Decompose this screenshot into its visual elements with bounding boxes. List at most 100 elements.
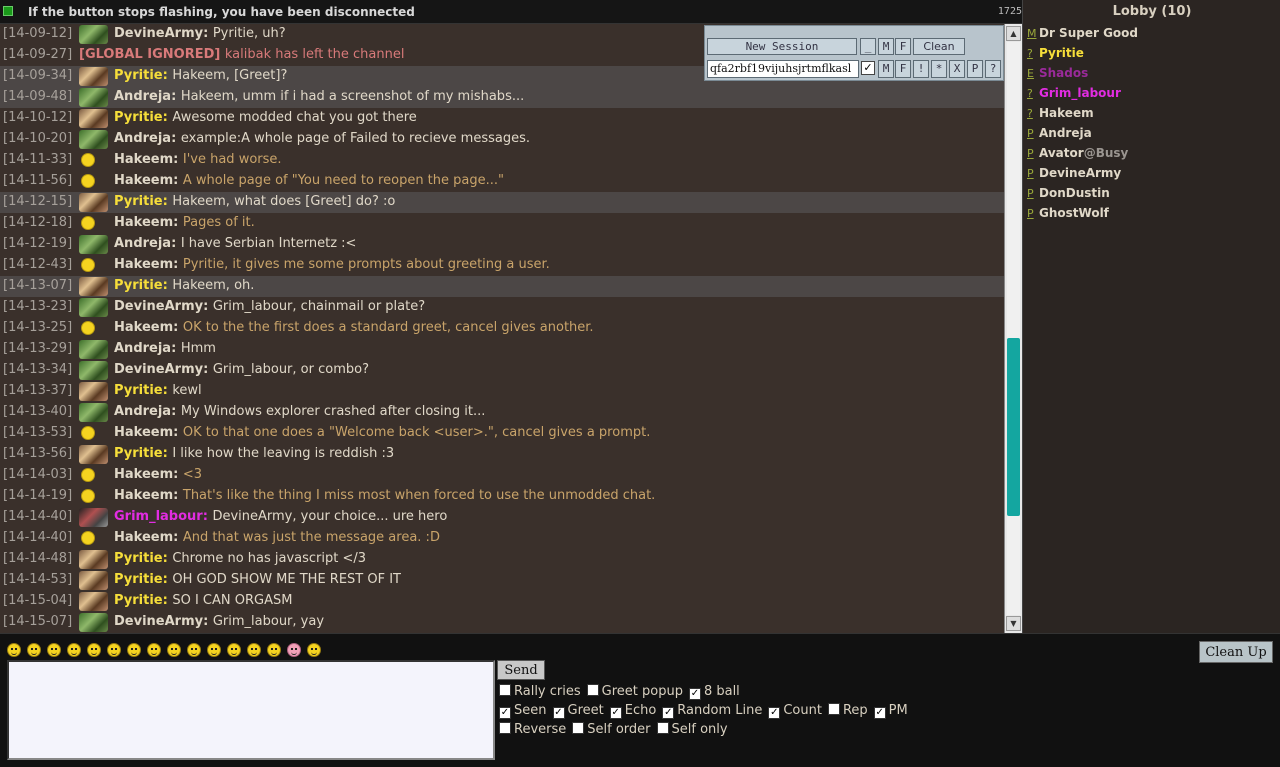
message-author[interactable]: Hakeem [114, 152, 173, 167]
smiley-icon[interactable] [267, 643, 281, 657]
smiley-icon[interactable] [47, 643, 61, 657]
chat-scrollbar[interactable]: ▲ ▼ [1004, 24, 1022, 633]
option-checkbox[interactable]: ✓ PM [873, 703, 908, 719]
smiley-icon[interactable] [87, 643, 101, 657]
session-id-input[interactable]: qfa2rbf19vijuhsjrtmflkasl [707, 60, 859, 78]
scroll-thumb[interactable] [1007, 338, 1020, 516]
scroll-down-arrow-icon[interactable]: ▼ [1006, 616, 1021, 631]
checked-checkbox-icon[interactable]: ✓ [552, 707, 565, 719]
checked-checkbox-icon[interactable]: ✓ [662, 707, 675, 719]
message-author[interactable]: Grim_labour [114, 509, 203, 524]
user-entry[interactable]: P Andreja [1027, 126, 1138, 146]
message-author[interactable]: Hakeem [114, 488, 173, 503]
unchecked-checkbox-icon[interactable] [656, 722, 669, 734]
checked-checkbox-icon[interactable]: ✓ [499, 707, 511, 719]
user-name[interactable]: Andreja [1039, 126, 1092, 140]
checked-checkbox-icon[interactable]: ✓ [688, 688, 701, 700]
scroll-up-arrow-icon[interactable]: ▲ [1006, 26, 1021, 41]
smiley-icon[interactable] [167, 643, 181, 657]
new-session-button[interactable]: New Session [707, 38, 857, 55]
message-author[interactable]: Pyritie [114, 68, 163, 83]
unchecked-checkbox-icon[interactable] [499, 684, 511, 696]
option-checkbox[interactable]: ✓ Seen [499, 703, 547, 719]
message-author[interactable]: Pyritie [114, 194, 163, 209]
option-checkbox[interactable]: Greet popup [586, 684, 683, 699]
smiley-icon[interactable] [187, 643, 201, 657]
clean-up-button[interactable]: Clean Up [1199, 641, 1273, 663]
user-name[interactable]: Hakeem [1039, 106, 1094, 120]
smiley-icon[interactable] [147, 643, 161, 657]
option-checkbox[interactable]: ✓ Random Line [662, 703, 762, 719]
help-button[interactable]: ? [985, 60, 1001, 78]
message-author[interactable]: DevineArmy [114, 26, 203, 41]
message-author[interactable]: Pyritie [114, 572, 163, 587]
unchecked-checkbox-icon[interactable] [572, 722, 585, 734]
message-author[interactable]: Hakeem [114, 530, 173, 545]
smiley-icon[interactable] [287, 643, 301, 657]
user-entry[interactable]: ? Grim_labour [1027, 86, 1138, 106]
option-checkbox[interactable]: ✓ Count [768, 703, 822, 719]
row2-m-button[interactable]: M [878, 60, 894, 78]
unchecked-checkbox-icon[interactable] [499, 722, 511, 734]
message-author[interactable]: Andreja [114, 236, 171, 251]
row2-f-button[interactable]: F [895, 60, 911, 78]
user-entry[interactable]: P Avator@Busy [1027, 146, 1138, 166]
connection-indicator[interactable] [3, 6, 13, 16]
message-author[interactable]: Pyritie [114, 593, 163, 608]
message-author[interactable]: Pyritie [114, 278, 163, 293]
smiley-icon[interactable] [127, 643, 141, 657]
user-name[interactable]: GhostWolf [1039, 206, 1109, 220]
p-button[interactable]: P [967, 60, 983, 78]
star-button[interactable]: * [931, 60, 947, 78]
message-author[interactable]: DevineArmy [114, 362, 203, 377]
user-entry[interactable]: P DevineArmy [1027, 166, 1138, 186]
message-author[interactable]: Hakeem [114, 173, 173, 188]
exclaim-button[interactable]: ! [913, 60, 929, 78]
smiley-icon[interactable] [107, 643, 121, 657]
smiley-icon[interactable] [27, 643, 41, 657]
user-name[interactable]: DevineArmy [1039, 166, 1121, 180]
message-author[interactable]: Hakeem [114, 467, 173, 482]
session-m-button[interactable]: M [878, 38, 894, 55]
user-name[interactable]: Pyritie [1039, 46, 1084, 60]
checked-checkbox-icon[interactable]: ✓ [609, 707, 622, 719]
option-checkbox[interactable]: Rally cries [499, 684, 581, 699]
option-checkbox[interactable]: Rep [827, 703, 868, 718]
user-entry[interactable]: ? Hakeem [1027, 106, 1138, 126]
user-name[interactable]: Grim_labour [1039, 86, 1121, 100]
user-entry[interactable]: P GhostWolf [1027, 206, 1138, 226]
option-checkbox[interactable]: Self order [572, 722, 651, 737]
user-name[interactable]: Shados [1039, 66, 1088, 80]
user-entry[interactable]: E Shados [1027, 66, 1138, 86]
checked-checkbox-icon[interactable]: ✓ [768, 707, 781, 719]
message-author[interactable]: DevineArmy [114, 614, 203, 629]
message-author[interactable]: Hakeem [114, 257, 173, 272]
session-f-button[interactable]: F [895, 38, 911, 55]
smiley-icon[interactable] [207, 643, 221, 657]
option-checkbox[interactable]: ✓ Echo [609, 703, 656, 719]
checked-checkbox-icon[interactable]: ✓ [873, 707, 886, 719]
message-author[interactable]: Hakeem [114, 320, 173, 335]
unchecked-checkbox-icon[interactable] [827, 703, 840, 715]
message-author[interactable]: Andreja [114, 131, 171, 146]
message-author[interactable]: DevineArmy [114, 299, 203, 314]
message-input[interactable] [7, 660, 495, 760]
message-author[interactable]: Pyritie [114, 446, 163, 461]
unchecked-checkbox-icon[interactable] [586, 684, 599, 696]
smiley-icon[interactable] [307, 643, 321, 657]
minimize-button[interactable]: _ [860, 38, 876, 55]
message-author[interactable]: [GLOBAL IGNORED] [79, 47, 220, 62]
send-button[interactable]: Send [497, 660, 545, 680]
message-author[interactable]: Pyritie [114, 383, 163, 398]
scroll-track[interactable] [1007, 42, 1020, 615]
session-checkbox[interactable]: ✓ [861, 61, 875, 75]
close-x-button[interactable]: X [949, 60, 965, 78]
message-author[interactable]: Hakeem [114, 215, 173, 230]
user-entry[interactable]: M Dr Super Good [1027, 26, 1138, 46]
user-name[interactable]: Avator [1039, 146, 1084, 160]
option-checkbox[interactable]: ✓ Greet [552, 703, 604, 719]
smiley-icon[interactable] [247, 643, 261, 657]
user-entry[interactable]: ? Pyritie [1027, 46, 1138, 66]
message-author[interactable]: Pyritie [114, 551, 163, 566]
message-author[interactable]: Andreja [114, 89, 171, 104]
